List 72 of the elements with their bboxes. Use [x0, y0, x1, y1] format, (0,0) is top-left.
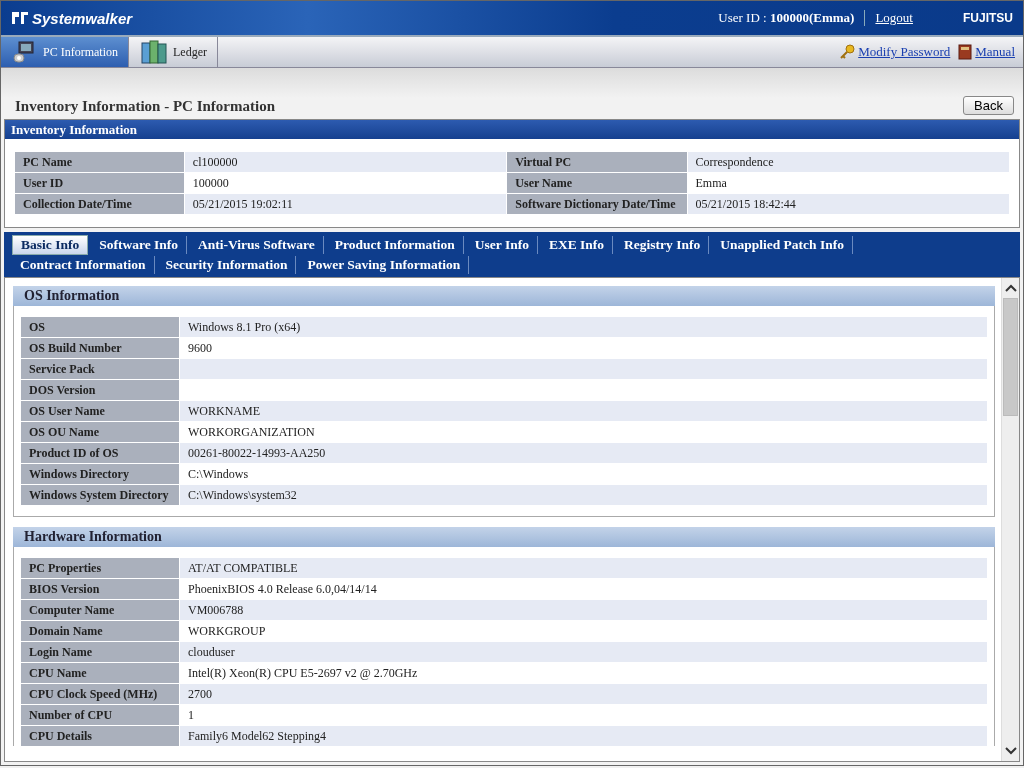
- section-header: Hardware Information: [13, 527, 995, 547]
- book-icon: [958, 44, 973, 60]
- field-value: Correspondence: [687, 151, 1010, 173]
- field-label: Product ID of OS: [20, 442, 180, 464]
- field-label: OS: [20, 316, 180, 338]
- nav-link[interactable]: Modify Password: [858, 44, 951, 60]
- page-title: Inventory Information - PC Information: [15, 98, 275, 115]
- tab[interactable]: Security Information: [157, 256, 297, 274]
- field-value: Intel(R) Xeon(R) CPU E5-2697 v2 @ 2.70GHz: [179, 662, 988, 684]
- field-value: 00261-80022-14993-AA250: [179, 442, 988, 464]
- scrollbar[interactable]: [1001, 278, 1019, 761]
- tab[interactable]: Contract Information: [12, 256, 155, 274]
- field-label: OS Build Number: [20, 337, 180, 359]
- tab[interactable]: User Info: [466, 236, 538, 254]
- field-label: Login Name: [20, 641, 180, 663]
- field-value: Windows 8.1 Pro (x64): [179, 316, 988, 338]
- tab[interactable]: Unapplied Patch Info: [712, 236, 853, 254]
- field-value: 05/21/2015 18:42:44: [687, 193, 1010, 215]
- field-label: DOS Version: [20, 379, 180, 401]
- field-value: Emma: [687, 172, 1010, 194]
- tab[interactable]: Basic Info: [12, 235, 89, 255]
- tab[interactable]: Registry Info: [616, 236, 710, 254]
- logo-text: Systemwalker: [32, 9, 133, 27]
- field-value: clouduser: [179, 641, 988, 663]
- tab[interactable]: Software Info: [91, 236, 187, 254]
- field-value: VM006788: [179, 599, 988, 621]
- computer-icon: [13, 41, 37, 63]
- scroll-thumb[interactable]: [1003, 298, 1018, 416]
- tab[interactable]: Product Information: [326, 236, 464, 254]
- nav-tab[interactable]: Ledger: [129, 37, 218, 67]
- field-label: Domain Name: [20, 620, 180, 642]
- field-label: CPU Name: [20, 662, 180, 684]
- field-value: Family6 Model62 Stepping4: [179, 725, 988, 746]
- tab[interactable]: EXE Info: [540, 236, 614, 254]
- section-header: OS Information: [13, 286, 995, 306]
- field-value: 2700: [179, 683, 988, 705]
- field-label: Windows Directory: [20, 463, 180, 485]
- key-icon: [839, 44, 856, 60]
- tab[interactable]: Power Saving Information: [299, 256, 470, 274]
- field-value: C:\Windows\system32: [179, 484, 988, 506]
- field-value: cl100000: [184, 151, 507, 173]
- field-label: Number of CPU: [20, 704, 180, 726]
- field-value: 100000: [184, 172, 507, 194]
- logout-link[interactable]: Logout: [875, 10, 913, 26]
- nav-tab[interactable]: PC Information: [1, 37, 129, 67]
- field-label: PC Properties: [20, 557, 180, 579]
- field-label: Service Pack: [20, 358, 180, 380]
- field-label: OS OU Name: [20, 421, 180, 443]
- field-label: CPU Clock Speed (MHz): [20, 683, 180, 705]
- field-label: Virtual PC: [506, 151, 688, 173]
- field-value: WORKGROUP: [179, 620, 988, 642]
- field-label: OS User Name: [20, 400, 180, 422]
- field-label: User ID: [14, 172, 185, 194]
- field-value: WORKNAME: [179, 400, 988, 422]
- field-value: PhoenixBIOS 4.0 Release 6.0,04/14/14: [179, 578, 988, 600]
- field-label: BIOS Version: [20, 578, 180, 600]
- nav-link[interactable]: Manual: [975, 44, 1015, 60]
- field-label: Windows System Directory: [20, 484, 180, 506]
- logo-icon: [11, 10, 29, 26]
- field-label: Computer Name: [20, 599, 180, 621]
- field-value: AT/AT COMPATIBLE: [179, 557, 988, 579]
- field-value: 05/21/2015 19:02:11: [184, 193, 507, 215]
- field-label: Collection Date/Time: [14, 193, 185, 215]
- back-button[interactable]: Back: [963, 96, 1014, 115]
- panel-header: Inventory Information: [5, 120, 1019, 139]
- field-label: PC Name: [14, 151, 185, 173]
- field-value: 1: [179, 704, 988, 726]
- user-id-text: User ID : 100000(Emma): [718, 10, 855, 26]
- field-label: CPU Details: [20, 725, 180, 746]
- brand-logo: FUJITSU: [963, 11, 1013, 25]
- books-icon: [141, 40, 167, 64]
- tab[interactable]: Anti-Virus Software: [190, 236, 324, 254]
